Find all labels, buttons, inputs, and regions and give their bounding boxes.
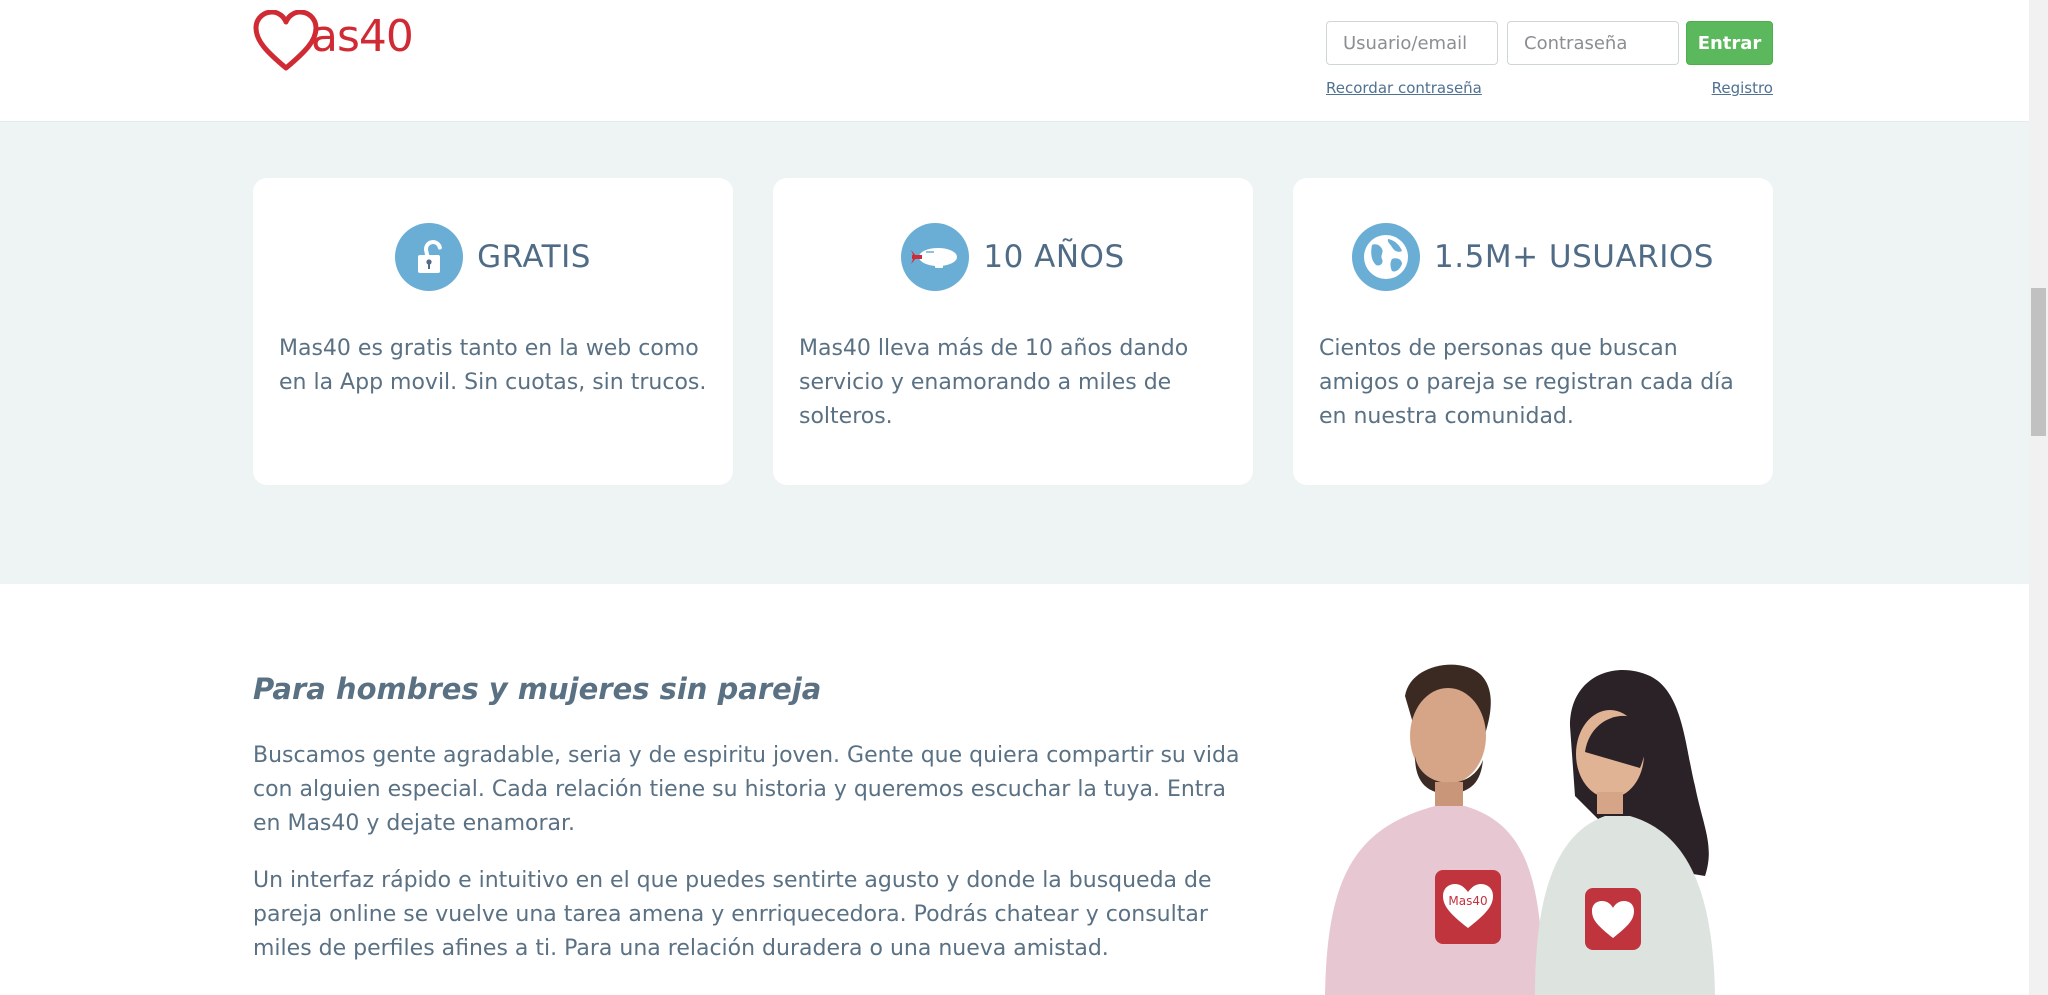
padlock-icon: [395, 223, 464, 291]
heart-logo-icon: [253, 10, 319, 71]
feature-description: Mas40 lleva más de 10 años dando servici…: [799, 336, 1189, 429]
feature-card-header: 1.5M+ USUARIOS: [1293, 222, 1773, 292]
password-input[interactable]: [1507, 21, 1679, 65]
feature-card-header: 10 AÑOS: [773, 222, 1253, 292]
feature-card-years: 10 AÑOS Mas40 lleva más de 10 años dando…: [773, 178, 1253, 485]
username-input[interactable]: [1326, 21, 1498, 65]
remember-password-link[interactable]: Recordar contraseña: [1326, 79, 1482, 97]
feature-description: Mas40 es gratis tanto en la web como en …: [279, 336, 707, 395]
register-link[interactable]: Registro: [1712, 79, 1773, 97]
airship-icon: [901, 223, 970, 291]
feature-card-users: 1.5M+ USUARIOS Cientos de personas que b…: [1293, 178, 1773, 485]
feature-card-free: GRATIS Mas40 es gratis tanto en la web c…: [253, 178, 733, 485]
login-button[interactable]: Entrar: [1686, 21, 1773, 65]
feature-title: 10 AÑOS: [983, 239, 1125, 275]
about-paragraph: Un interfaz rápido e intuitivo en el que…: [253, 868, 1212, 961]
feature-title: GRATIS: [477, 239, 591, 275]
globe-icon: [1352, 223, 1421, 291]
scrollbar-thumb[interactable]: [2031, 288, 2046, 436]
login-form: Entrar Recordar contraseña Registro: [1326, 21, 1773, 101]
page-scrollbar[interactable]: [2029, 0, 2048, 995]
shirt-logo-text: Mas40: [1448, 894, 1487, 908]
feature-card-header: GRATIS: [253, 222, 733, 292]
mas40-logo[interactable]: as40: [253, 8, 414, 74]
site-header: as40 Entrar Recordar contraseña Registro: [0, 0, 2048, 122]
logo-text: as40: [311, 10, 414, 62]
feature-description: Cientos de personas que buscan amigos o …: [1319, 336, 1734, 429]
couple-photo: Mas40: [1285, 656, 1755, 995]
about-title: Para hombres y mujeres sin pareja: [253, 672, 822, 706]
about-paragraph: Buscamos gente agradable, seria y de esp…: [253, 743, 1240, 836]
features-section: GRATIS Mas40 es gratis tanto en la web c…: [0, 122, 2048, 584]
feature-title: 1.5M+ USUARIOS: [1434, 239, 1714, 275]
